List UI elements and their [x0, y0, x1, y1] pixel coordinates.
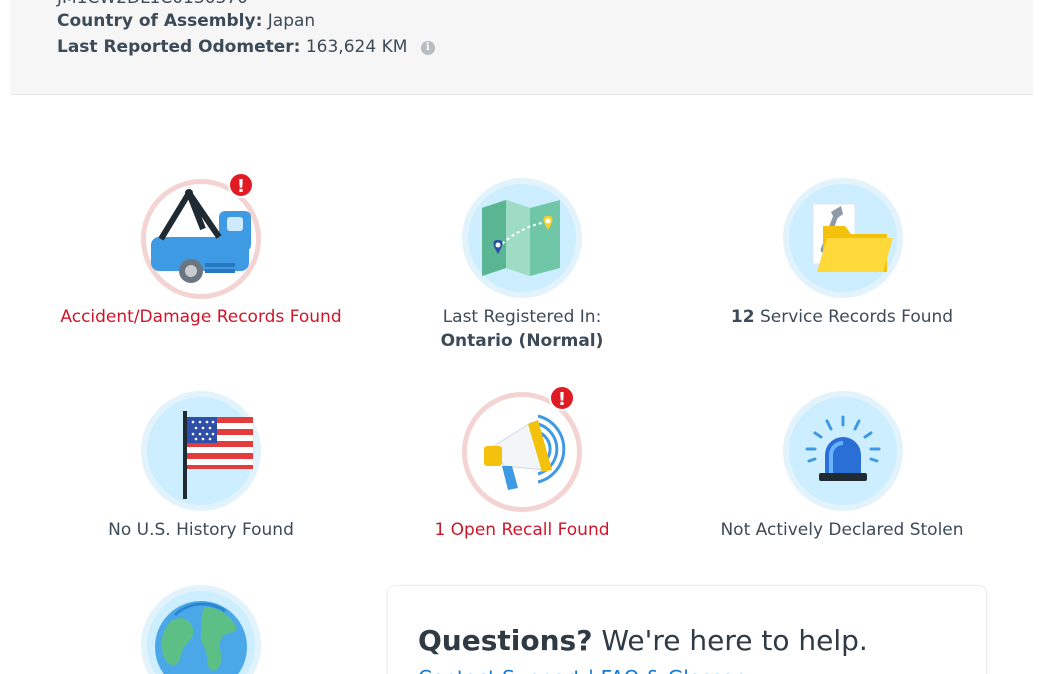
service-text: Service Records Found	[759, 307, 954, 327]
registration-icon-wrap	[462, 178, 582, 298]
siren-icon	[805, 415, 881, 481]
folder-icon	[812, 203, 893, 272]
stolen-label: Not Actively Declared Stolen	[720, 520, 964, 540]
help-title-bold: Questions?	[418, 624, 593, 657]
service-label: 12 Service Records Found	[692, 305, 992, 329]
globe-icon	[155, 601, 247, 674]
import-icon-wrap	[141, 585, 261, 674]
help-title: Questions? We're here to help.	[418, 624, 868, 657]
accident-label: Accident/Damage Records Found	[60, 307, 342, 327]
us-history-icon-wrap	[141, 391, 261, 511]
service-count: 12	[730, 307, 755, 327]
alert-badge-accident: !	[228, 172, 254, 198]
recall-label: 1 Open Recall Found	[434, 520, 610, 540]
last-reported-odometer: Last Reported Odometer: 163,624 KM i	[57, 37, 435, 57]
map-icon	[482, 200, 560, 276]
registration-prefix: Last Registered In:	[442, 307, 602, 327]
stolen-icon-wrap	[783, 391, 903, 511]
registration-value: Ontario (Normal)	[440, 331, 604, 351]
country-label: Country of Assembly:	[57, 11, 263, 31]
vin-value: JM1CW2DL1C0130370	[57, 0, 248, 8]
service-icon-wrap	[783, 178, 903, 298]
us-flag-icon	[183, 411, 253, 499]
help-links[interactable]: Contact Support | FAQ & Glossary	[418, 666, 754, 674]
odometer-label: Last Reported Odometer:	[57, 37, 301, 57]
help-box: Questions? We're here to help. Contact S…	[387, 585, 987, 674]
help-title-rest: We're here to help.	[592, 624, 868, 657]
odometer-value: 163,624 KM	[305, 37, 408, 57]
vehicle-info-panel: JM1CW2DL1C0130370 Country of Assembly: J…	[10, 0, 1033, 95]
us-history-label: No U.S. History Found	[108, 520, 294, 540]
info-icon[interactable]: i	[420, 41, 435, 55]
country-of-assembly: Country of Assembly: Japan	[57, 11, 315, 31]
country-value: Japan	[267, 11, 316, 31]
registration-label: Last Registered In: Ontario (Normal)	[372, 305, 672, 353]
alert-badge-recall: !	[549, 385, 575, 411]
